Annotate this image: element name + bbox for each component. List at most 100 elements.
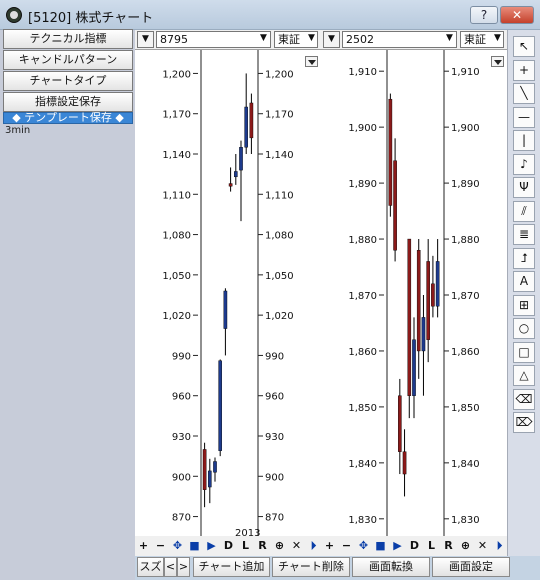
chart-2-zoom-out-button[interactable]: −	[339, 538, 354, 554]
switch-screen-button[interactable]: 画面転換	[352, 557, 430, 577]
chart-1-menu-dropdown[interactable]: ▼	[137, 31, 154, 48]
chart-2-code-dropdown-icon[interactable]: ▼	[441, 31, 458, 48]
chart-2-right-button[interactable]: R	[441, 538, 456, 554]
chart-1-exchange-dropdown-icon[interactable]: ▼	[303, 31, 320, 48]
triangle-tool-icon[interactable]: △	[513, 365, 535, 386]
candle	[207, 458, 212, 504]
technical-indicator-button[interactable]: テクニカル指標	[3, 29, 133, 49]
chart-1-tick-label-right: 1,020	[265, 311, 294, 322]
eraser-all-tool-icon[interactable]: ⌦	[513, 412, 535, 433]
table-tool-icon[interactable]: ⊞	[513, 294, 535, 316]
chart-2-axis-dropdown[interactable]	[491, 56, 504, 67]
chart-1-right-button[interactable]: R	[255, 538, 270, 554]
candle	[218, 359, 222, 457]
candle-body	[218, 360, 222, 451]
candle-body	[407, 238, 412, 396]
alert-tool-icon[interactable]: ♪	[513, 153, 535, 175]
delete-chart-button[interactable]: チャート削除	[272, 557, 350, 577]
close-button[interactable]: ✕	[500, 6, 534, 24]
chart-1-tick-label-left: 870	[172, 513, 191, 524]
crosshair-tool-icon[interactable]: +	[513, 59, 535, 81]
chart-1-code-dropdown-icon[interactable]: ▼	[255, 31, 272, 48]
chart-2-tick-label-left: 1,860	[348, 347, 377, 358]
chart-1-magnify-button[interactable]: ⊕	[272, 538, 287, 554]
chart-1-tick-label-right: 1,140	[265, 150, 294, 161]
candle	[421, 295, 426, 396]
chart-2-tick-label-left: 1,830	[348, 515, 377, 526]
chart-1-tick-label-right: 1,080	[265, 231, 294, 242]
chart-2-tick-label-left: 1,900	[348, 123, 377, 134]
candle	[249, 93, 254, 154]
arrow-tool-icon[interactable]: ⮥	[513, 247, 535, 269]
candle-body	[435, 261, 440, 307]
chart-1-next-button[interactable]: ⏵	[306, 538, 321, 554]
chart-2-zoom-in-button[interactable]: +	[322, 538, 337, 554]
chart-2-remove-button[interactable]: ✕	[475, 538, 490, 554]
chart-2-tick-label-right: 1,890	[451, 179, 480, 190]
chart-1-fit-button[interactable]: ✥	[170, 538, 185, 554]
interval-label: 3min	[5, 125, 31, 136]
chart-1-play-button[interactable]: ▶	[204, 538, 219, 554]
chart-1-axis-dropdown[interactable]	[305, 56, 318, 67]
chart-2-tick-label-left: 1,840	[348, 459, 377, 470]
chart-2-tick-label-right: 1,850	[451, 403, 480, 414]
chart-1-left-button[interactable]: L	[238, 538, 253, 554]
chart-2-fit-button[interactable]: ✥	[356, 538, 371, 554]
candle-pattern-button[interactable]: キャンドルパターン	[3, 50, 133, 70]
candle-body	[233, 171, 238, 178]
chart-1-tick-label-left: 1,140	[162, 150, 191, 161]
help-button[interactable]: ?	[470, 6, 498, 24]
chart-type-button[interactable]: チャートタイプ	[3, 71, 133, 91]
ellipse-tool-icon[interactable]: ○	[513, 318, 535, 339]
candle	[431, 255, 435, 318]
candle-body	[213, 461, 217, 473]
chart-2-next-button[interactable]: ⏵	[492, 538, 507, 554]
text-tool-icon[interactable]: A	[513, 271, 535, 292]
chart-1-plot[interactable]: 1,200 1,200 1,170 1,170 1,140 1,140 1,110 1,110…	[135, 50, 321, 540]
add-chart-button[interactable]: チャート追加	[193, 557, 270, 577]
chart-2-magnify-button[interactable]: ⊕	[458, 538, 473, 554]
candle-body	[228, 183, 233, 187]
eraser-tool-icon[interactable]: ⌫	[513, 388, 535, 410]
channel-tool-icon[interactable]: ≣	[513, 224, 535, 245]
pointer-tool-icon[interactable]: ↖	[513, 36, 535, 57]
candle	[402, 429, 407, 497]
candle-body	[244, 106, 248, 148]
save-indicator-settings-button[interactable]: 指標設定保存	[3, 92, 133, 112]
candle-body	[202, 449, 207, 490]
chart-1-day-button[interactable]: D	[221, 538, 236, 554]
chart-2-tick-label-left: 1,850	[348, 403, 377, 414]
chart-1-code-input[interactable]: 8795	[156, 31, 271, 48]
chart-1-zoom-out-button[interactable]: −	[153, 538, 168, 554]
chart-1-zoom-in-button[interactable]: +	[136, 538, 151, 554]
chart-2-plot[interactable]: 1,910 1,910 1,900 1,900 1,890 1,890 1,880 1,880…	[321, 50, 507, 540]
chart-2-exchange-dropdown-icon[interactable]: ▼	[489, 31, 506, 48]
chart-1-tick-label-left: 1,080	[162, 231, 191, 242]
chart-1-tick-label-right: 1,110	[265, 190, 294, 201]
save-template-button[interactable]: ◆ テンプレート保存 ◆	[3, 112, 133, 124]
chart-2-day-button[interactable]: D	[407, 538, 422, 554]
candle-body	[426, 261, 430, 340]
chart-1-stop-button[interactable]: ■	[187, 538, 202, 554]
scroll-tab[interactable]: スズ	[137, 557, 164, 577]
fibonacci-tool-icon[interactable]: ⫽	[513, 200, 535, 222]
chart-1-tick-label-left: 960	[172, 392, 191, 403]
chart-1-tick-label-left: 1,020	[162, 311, 191, 322]
trendline-tool-icon[interactable]: ╲	[513, 83, 535, 104]
horizontal-line-tool-icon[interactable]: —	[513, 106, 535, 128]
chart-2-tick-label-right: 1,900	[451, 123, 480, 134]
vertical-line-tool-icon[interactable]: |	[513, 130, 535, 151]
chart-2-menu-dropdown[interactable]: ▼	[323, 31, 340, 48]
chart-2-stop-button[interactable]: ■	[373, 538, 388, 554]
chart-2-left-button[interactable]: L	[424, 538, 439, 554]
pitchfork-tool-icon[interactable]: Ψ	[513, 177, 535, 198]
screen-settings-button[interactable]: 画面設定	[432, 557, 510, 577]
chart-1-remove-button[interactable]: ✕	[289, 538, 304, 554]
candle-body	[398, 395, 402, 452]
chart-2-play-button[interactable]: ▶	[390, 538, 405, 554]
chart-1-tick-label-right: 930	[265, 432, 284, 443]
tab-scroll-left[interactable]: <	[164, 557, 177, 577]
chart-2-code-input[interactable]: 2502	[342, 31, 457, 48]
tab-scroll-right[interactable]: >	[177, 557, 190, 577]
rectangle-tool-icon[interactable]: □	[513, 341, 535, 363]
